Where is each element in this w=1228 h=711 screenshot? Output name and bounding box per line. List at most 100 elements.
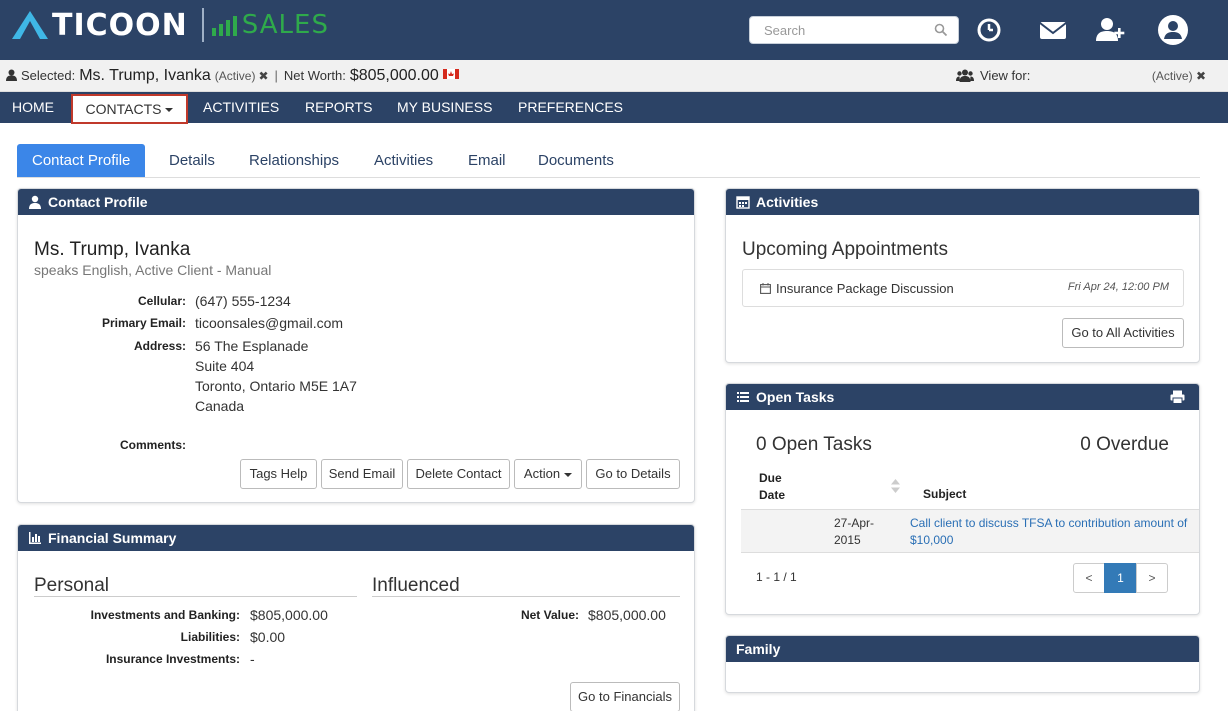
- panel-title: Open Tasks: [756, 389, 835, 405]
- search-icon[interactable]: [934, 23, 948, 37]
- tab-documents[interactable]: Documents: [523, 144, 629, 177]
- bar-chart-icon: [29, 532, 41, 544]
- insurance-label: Insurance Investments:: [105, 652, 240, 666]
- calendar-icon: [760, 283, 771, 294]
- personal-underline: [34, 596, 357, 597]
- nav-activities[interactable]: ACTIVITIES: [203, 92, 279, 123]
- mail-icon[interactable]: [1037, 14, 1069, 46]
- table-row[interactable]: 27-Apr- 2015 Call client to discuss TFSA…: [741, 509, 1199, 553]
- influenced-title: Influenced: [372, 575, 460, 596]
- user-icon: [29, 195, 41, 209]
- personal-title: Personal: [34, 575, 109, 596]
- tab-details[interactable]: Details: [154, 144, 230, 177]
- ticoon-logo-icon: [12, 11, 48, 39]
- prev-page-button[interactable]: <: [1073, 563, 1105, 593]
- due-date-column-header[interactable]: Due Date: [759, 470, 785, 504]
- investments-label: Investments and Banking:: [90, 608, 240, 622]
- task-due-date: 27-Apr- 2015: [834, 515, 874, 549]
- go-to-details-button[interactable]: Go to Details: [586, 459, 680, 489]
- brand-name: TICOON: [52, 7, 188, 43]
- next-page-button[interactable]: >: [1136, 563, 1168, 593]
- user-icon: [6, 69, 17, 81]
- email-value[interactable]: ticoonsales@gmail.com: [195, 315, 343, 331]
- investments-value: $805,000.00: [250, 607, 328, 623]
- tab-relationships[interactable]: Relationships: [234, 144, 354, 177]
- send-email-button[interactable]: Send Email: [321, 459, 403, 489]
- selected-contact-name[interactable]: Ms. Trump, Ivanka: [79, 67, 211, 85]
- panel-header: Open Tasks: [726, 384, 1199, 410]
- subject-column-header[interactable]: Subject: [923, 487, 966, 501]
- email-label: Primary Email:: [101, 316, 186, 330]
- task-subject-line-1: Call client to discuss TFSA to contribut…: [910, 516, 1188, 530]
- add-user-icon[interactable]: [1094, 14, 1126, 46]
- panel-title: Family: [736, 641, 781, 657]
- tab-contact-profile[interactable]: Contact Profile: [17, 144, 146, 177]
- brand-divider: [201, 8, 204, 42]
- net-worth-value: $805,000.00: [349, 67, 439, 84]
- net-value-label: Net Value:: [520, 608, 579, 622]
- nav-reports[interactable]: REPORTS: [305, 92, 372, 123]
- cellular-value: (647) 555-1234: [195, 293, 291, 309]
- liabilities-label: Liabilities:: [180, 630, 240, 644]
- task-due-date-line-2: 2015: [834, 533, 861, 547]
- canada-flag-icon: [442, 69, 459, 79]
- overdue-count: 0 Overdue: [1080, 434, 1169, 455]
- appointment-subject: Insurance Package Discussion: [776, 281, 954, 296]
- appointment-time: Fri Apr 24, 12:00 PM: [1067, 281, 1169, 293]
- nav-my-business[interactable]: MY BUSINESS: [397, 92, 492, 123]
- user-avatar-icon[interactable]: [1157, 14, 1189, 46]
- tab-email[interactable]: Email: [453, 144, 521, 177]
- nav-preferences[interactable]: PREFERENCES: [518, 92, 623, 123]
- liabilities-value: $0.00: [250, 629, 286, 645]
- panel-title: Contact Profile: [48, 194, 148, 210]
- search-box[interactable]: [749, 16, 959, 44]
- comments-label: Comments:: [119, 438, 186, 452]
- action-dropdown-button[interactable]: Action: [514, 459, 582, 489]
- contact-tabs: Contact Profile Details Relationships Ac…: [17, 144, 1200, 178]
- list-icon: [737, 392, 749, 402]
- panel-title: Activities: [756, 194, 819, 210]
- task-subject-link[interactable]: Call client to discuss TFSA to contribut…: [910, 515, 1187, 549]
- nav-home[interactable]: HOME: [12, 92, 54, 123]
- upcoming-appointments-title: Upcoming Appointments: [742, 239, 948, 260]
- caret-down-icon: [165, 108, 174, 113]
- panel-header: Financial Summary: [18, 525, 694, 551]
- page-1-button[interactable]: 1: [1104, 563, 1137, 593]
- address-line-4: Canada: [195, 398, 245, 414]
- selected-label: Selected:: [21, 68, 76, 83]
- address-label: Address:: [133, 339, 186, 353]
- print-icon[interactable]: [1170, 390, 1185, 404]
- top-header: TICOON SALES: [0, 0, 1228, 60]
- calendar-icon: [736, 196, 750, 209]
- sort-icon[interactable]: [891, 479, 900, 493]
- caret-down-icon: [564, 472, 573, 477]
- clear-view-for-icon[interactable]: ✖: [1196, 69, 1206, 83]
- contact-subtitle: speaks English, Active Client - Manual: [34, 262, 272, 278]
- action-label: Action: [523, 466, 561, 481]
- brand-logo[interactable]: TICOON SALES: [12, 7, 329, 43]
- family-panel: Family: [725, 635, 1200, 693]
- task-subject-line-2: $10,000: [910, 533, 954, 547]
- address-line-3: Toronto, Ontario M5E 1A7: [195, 378, 357, 394]
- go-to-financials-button[interactable]: Go to Financials: [570, 682, 680, 711]
- clock-icon[interactable]: [973, 14, 1005, 46]
- nav-contacts[interactable]: CONTACTS: [71, 94, 188, 124]
- open-tasks-count: 0 Open Tasks: [756, 434, 872, 455]
- panel-header: Family: [726, 636, 1199, 662]
- tab-activities[interactable]: Activities: [359, 144, 448, 177]
- panel-header: Activities: [726, 189, 1199, 215]
- delete-contact-button[interactable]: Delete Contact: [407, 459, 510, 489]
- due-date-header-line-1: Due: [759, 471, 782, 485]
- task-due-date-line-1: 27-Apr-: [834, 516, 875, 530]
- clear-selection-icon[interactable]: ✖: [258, 69, 268, 83]
- cellular-label: Cellular:: [137, 294, 186, 308]
- go-to-all-activities-button[interactable]: Go to All Activities: [1062, 318, 1184, 348]
- influenced-underline: [372, 596, 680, 597]
- tags-help-button[interactable]: Tags Help: [240, 459, 317, 489]
- appointment-item[interactable]: Insurance Package Discussion Fri Apr 24,…: [742, 269, 1184, 307]
- nav-contacts-label: CONTACTS: [85, 101, 162, 117]
- insurance-value: -: [250, 651, 255, 667]
- net-worth-label: Net Worth:: [283, 68, 346, 83]
- net-value: $805,000.00: [588, 607, 666, 623]
- search-input[interactable]: [764, 17, 934, 43]
